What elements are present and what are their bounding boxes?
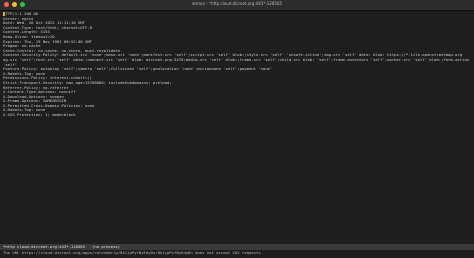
buffer-line: ag-src 'self';font-src 'self' data:;conn… — [3, 56, 471, 63]
http-response-buffer[interactable]: TTP/1.1 200 OK Server: nginx Date: Wed, 26… — [3, 12, 471, 242]
buffer-line-text: ag-src 'self';font-src 'self' data:;conn… — [3, 56, 471, 62]
buffer-line: X-XSS-Protection: 1; mode=block — [3, 112, 471, 118]
window-title: emacs - *http cloud.dicroot.org:443*-128… — [191, 1, 283, 6]
title-bar: emacs - *http cloud.dicroot.org:443*-128… — [0, 0, 474, 11]
buffer-line-text: X-XSS-Protection: 1; mode=block — [3, 112, 76, 118]
echo-area: The URL https://cloud.dicroot.org/apps/c… — [0, 250, 474, 258]
